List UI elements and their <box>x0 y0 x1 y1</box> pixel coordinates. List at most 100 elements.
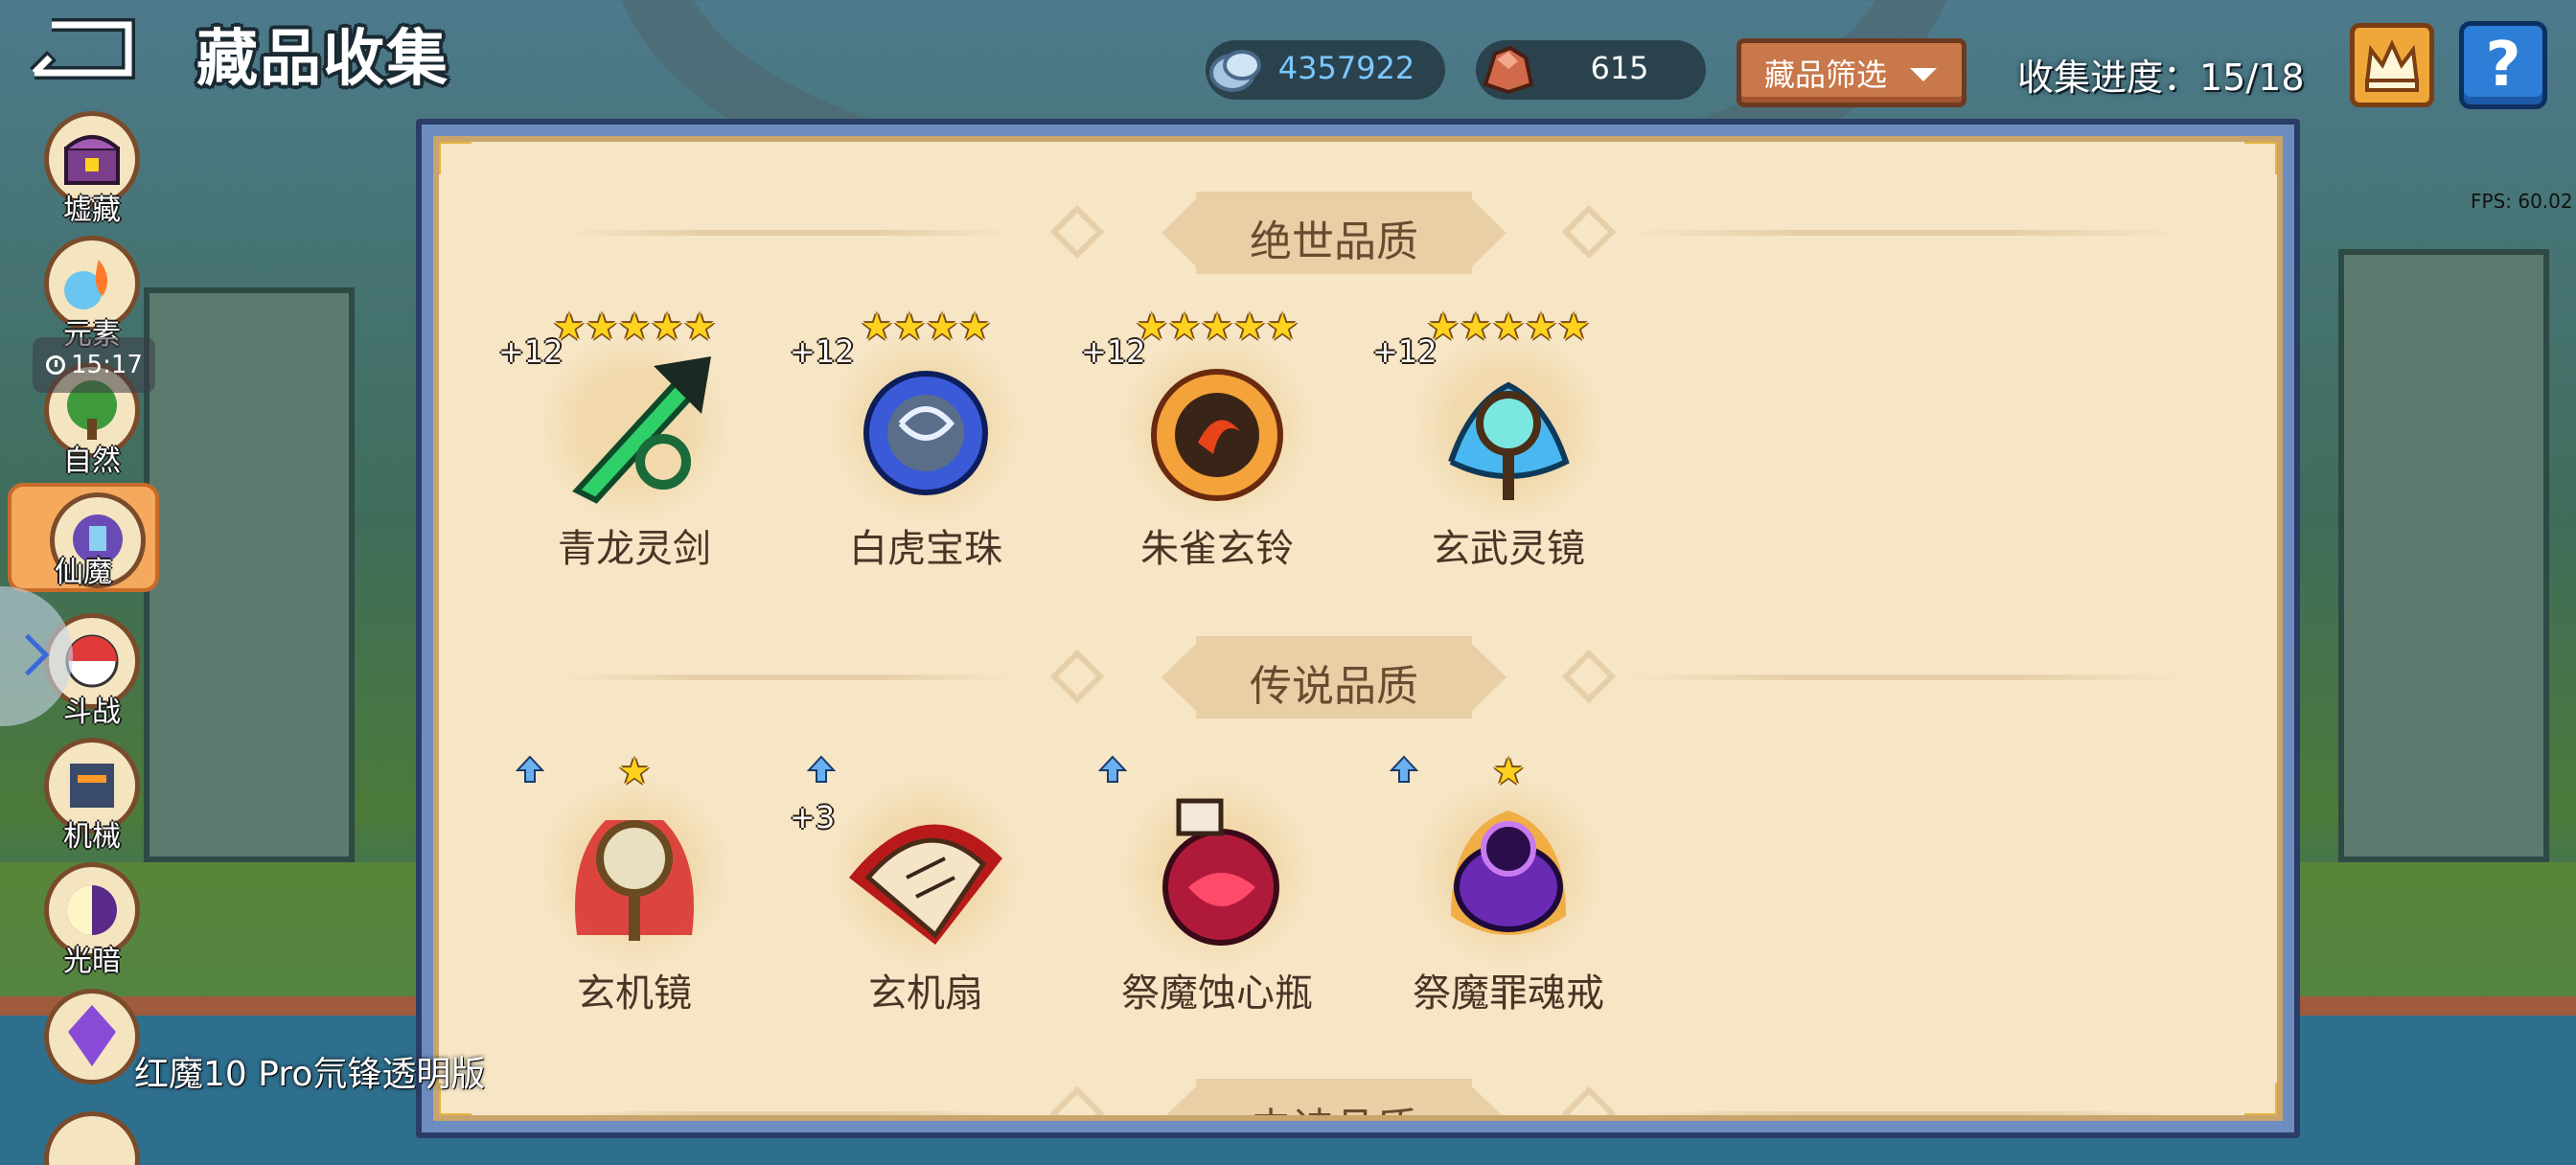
collection-item[interactable]: +3 玄机扇 <box>790 751 1050 1039</box>
demon-ring-icon <box>1451 811 1566 935</box>
sidebar-item-label: 机械 <box>63 820 121 854</box>
collection-item[interactable]: ★ ★ ★ ★ ★ +12 朱雀玄铃 <box>1081 306 1342 594</box>
collection-item[interactable]: ★ 玄机镜 <box>510 751 759 1039</box>
crown-trophy-button[interactable] <box>2350 23 2434 107</box>
red-gem-icon <box>1476 40 1539 100</box>
section-title: 绝世品质 <box>1250 217 1418 266</box>
white-tiger-orb-icon <box>863 371 988 495</box>
divider-diamond <box>1561 204 1617 260</box>
section-banner: 史诗品质 <box>1162 1079 1506 1115</box>
star-icon: ★ <box>892 306 926 348</box>
collection-item[interactable]: 祭魔蚀心瓶 <box>1092 751 1342 1039</box>
collection-item[interactable]: ★ 祭魔罪魂戒 <box>1384 751 1633 1039</box>
sidebar-item-partial[interactable] <box>38 1111 146 1165</box>
sidebar-item-label: 自然 <box>63 445 121 478</box>
crown-icon <box>2364 39 2420 92</box>
item-name: 白虎宝珠 <box>849 527 1002 571</box>
purple-crystal-icon <box>44 989 140 1085</box>
silver-amount: 4357922 <box>1277 50 1415 86</box>
star-icon: ★ <box>1167 306 1201 348</box>
sidebar-item-light-dark[interactable]: 光暗 <box>38 862 146 979</box>
sidebar-item-label: 仙魔 <box>55 556 112 589</box>
star-icon: ★ <box>1233 306 1267 348</box>
star-icon: ★ <box>1491 750 1526 792</box>
star-icon: ★ <box>651 306 684 348</box>
star-icon: ★ <box>926 306 959 348</box>
item-level: +12 <box>1372 333 1438 370</box>
black-tortoise-mirror-icon <box>1448 381 1570 500</box>
star-icon: ★ <box>683 306 717 348</box>
divider-diamond <box>1049 649 1105 704</box>
question-mark-icon: ? <box>2485 30 2521 101</box>
back-button[interactable] <box>23 17 142 80</box>
star-icon: ★ <box>617 306 652 348</box>
collection-panel: 绝世品质 ★ ★ ★ ★ ★ +12 青龙灵剑 ★ ★ ★ ★ +12 白虎宝珠… <box>416 119 2300 1138</box>
divider <box>564 674 1014 680</box>
collection-progress: 收集进度：15/18 <box>2017 57 2305 99</box>
sidebar-item-xianmo[interactable]: 仙魔 <box>8 483 159 592</box>
collection-item[interactable]: ★ ★ ★ ★ ★ +12 玄武灵镜 <box>1372 306 1633 594</box>
item-name: 玄武灵镜 <box>1432 527 1585 571</box>
divider <box>1627 230 2183 236</box>
sidebar-item-mech[interactable]: 机械 <box>38 738 146 855</box>
sidebar-item-label: 光暗 <box>63 945 121 978</box>
divider-diamond <box>1049 204 1105 260</box>
star-icon: ★ <box>860 306 893 348</box>
time-badge: 15:17 <box>33 337 155 393</box>
item-name: 朱雀玄铃 <box>1140 527 1294 571</box>
item-name: 玄机镜 <box>577 971 692 1016</box>
collection-item[interactable]: ★ ★ ★ ★ ★ +12 青龙灵剑 <box>498 306 759 594</box>
item-name: 玄机扇 <box>868 971 983 1016</box>
sidebar-item-label: 墟藏 <box>63 194 121 227</box>
sidebar-item-crystal[interactable] <box>38 989 146 1106</box>
star-icon: ★ <box>1266 306 1300 348</box>
device-watermark: 红魔10 Pro氘锋透明版 <box>134 1055 486 1094</box>
divider <box>1627 674 2183 680</box>
star-rating: ★ <box>510 753 759 789</box>
page-title: 藏品收集 <box>196 24 449 95</box>
mystic-mirror-icon <box>575 820 694 941</box>
section-title: 传说品质 <box>1250 662 1418 711</box>
star-icon: ★ <box>1200 306 1234 348</box>
gem-amount: 615 <box>1590 50 1649 86</box>
collection-filter-dropdown[interactable]: 藏品筛选 <box>1736 38 1966 107</box>
star-icon: ★ <box>1525 306 1558 348</box>
chevron-down-icon <box>1910 68 1937 81</box>
mystic-fan-icon <box>849 824 1002 945</box>
section-banner: 传说品质 <box>1162 636 1506 719</box>
item-name: 青龙灵剑 <box>558 527 711 571</box>
vermilion-bell-icon <box>1151 369 1283 501</box>
star-icon: ★ <box>958 306 992 348</box>
divider <box>564 1111 1014 1115</box>
divider-diamond <box>1561 649 1617 704</box>
item-level: +12 <box>498 333 564 370</box>
blue-item-icon <box>44 1111 140 1165</box>
collection-item[interactable]: ★ ★ ★ ★ +12 白虎宝珠 <box>790 306 1050 594</box>
star-icon: ★ <box>1491 306 1526 348</box>
star-icon: ★ <box>1459 306 1492 348</box>
divider-diamond <box>1049 1085 1105 1115</box>
time-text: 15:17 <box>71 351 143 379</box>
section-banner: 绝世品质 <box>1162 192 1506 274</box>
silver-coin-icon <box>1204 40 1267 100</box>
divider <box>564 230 1014 236</box>
item-level: +12 <box>790 333 855 370</box>
fps-counter: FPS: 60.02 <box>2471 190 2573 213</box>
help-button[interactable]: ? <box>2459 21 2547 109</box>
filter-label: 藏品筛选 <box>1764 57 1888 93</box>
star-icon: ★ <box>585 306 618 348</box>
clock-icon <box>46 355 65 375</box>
star-icon: ★ <box>1557 306 1591 348</box>
sidebar-item-element[interactable]: 元素 <box>38 236 146 353</box>
back-arrow-icon <box>30 18 135 80</box>
demon-potion-icon <box>1162 798 1279 946</box>
green-dragon-sword-icon <box>572 356 711 504</box>
item-name: 祭魔罪魂戒 <box>1413 971 1604 1016</box>
divider-diamond <box>1561 1085 1617 1115</box>
item-level: +12 <box>1081 333 1146 370</box>
collection-list[interactable]: 绝世品质 ★ ★ ★ ★ ★ +12 青龙灵剑 ★ ★ ★ ★ +12 白虎宝珠… <box>433 136 2283 1121</box>
divider <box>1627 1111 2183 1115</box>
star-rating: ★ <box>1384 753 1633 789</box>
section-title: 史诗品质 <box>1162 1094 1506 1115</box>
sidebar-item-xuzang[interactable]: 墟藏 <box>38 111 146 228</box>
